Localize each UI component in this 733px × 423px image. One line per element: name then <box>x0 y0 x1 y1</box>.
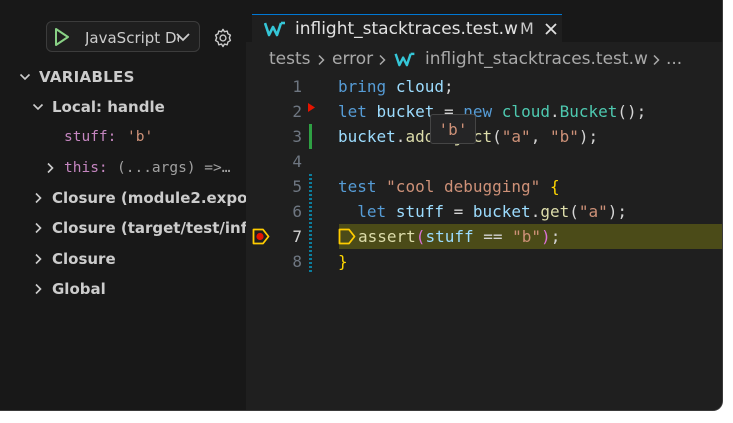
debug-toolbar: JavaScript Debug <box>0 0 246 54</box>
code-editor[interactable]: 1 bring cloud; 2 let bucket = new cloud.… <box>246 74 722 274</box>
scope-global[interactable]: Global <box>0 276 246 302</box>
scope-label: Closure <box>52 250 116 268</box>
debug-sidebar: JavaScript Debug VARIABLES Local: handle <box>0 0 246 410</box>
chevron-right-icon[interactable] <box>32 192 44 204</box>
line-number: 1 <box>292 77 302 96</box>
scope-closure[interactable]: Closure (target/test/inflight_stacktrace… <box>0 215 246 241</box>
line-number: 3 <box>292 127 302 146</box>
code-content: } <box>338 252 348 271</box>
tab-bar: inflight_stacktraces.test.w M <box>246 0 722 45</box>
tab-title: inflight_stacktraces.test.w <box>295 19 518 39</box>
code-line[interactable]: 8 } <box>246 249 722 274</box>
chevron-right-icon <box>318 54 325 66</box>
start-debugging-icon[interactable] <box>54 28 70 46</box>
chevron-right-icon[interactable] <box>32 222 44 234</box>
debug-config-select[interactable]: JavaScript Debug <box>46 21 200 52</box>
modified-line-marker-icon <box>308 103 315 112</box>
code-line[interactable]: 2 let bucket = new cloud.Bucket(); <box>246 99 722 124</box>
wing-file-icon <box>394 52 415 67</box>
variables-section-header[interactable]: VARIABLES <box>39 66 135 88</box>
chevron-right-icon <box>653 54 660 66</box>
breadcrumb-item-symbol[interactable]: ... <box>666 44 682 74</box>
breadcrumb-item-file[interactable]: inflight_stacktraces.test.w <box>425 44 648 74</box>
breakpoint-icon[interactable] <box>252 228 270 245</box>
line-number: 4 <box>292 152 302 171</box>
variable-value: 'b' <box>127 129 154 145</box>
line-number: 7 <box>292 227 302 246</box>
code-line-current[interactable]: 7 assert(stuff == "b"); <box>246 224 722 249</box>
modified-indicator: M <box>520 19 534 38</box>
code-line[interactable]: 3 bucket.addObject("a", "b"); <box>246 124 722 149</box>
scope-label: Closure (module2.exports.handle) <box>52 189 246 207</box>
scope-label: Closure (target/test/inflight_stacktrace… <box>52 219 246 237</box>
code-content: bring cloud; <box>338 77 454 96</box>
code-content: assert(stuff == "b"); <box>358 227 561 246</box>
scope-closure[interactable]: Closure <box>0 246 246 272</box>
gear-icon[interactable] <box>212 27 234 49</box>
code-content: let stuff = bucket.get("a"); <box>357 202 628 221</box>
variable-row[interactable]: stuff: 'b' <box>0 124 246 150</box>
chevron-down-icon[interactable] <box>32 101 44 113</box>
debug-config-label: JavaScript Debug <box>85 29 179 47</box>
code-line[interactable]: 4 <box>246 149 722 174</box>
variable-hover-tooltip: 'b' <box>430 114 476 144</box>
chevron-right-icon[interactable] <box>32 283 44 295</box>
variable-name: stuff: <box>64 129 117 145</box>
code-content: test "cool debugging" { <box>338 177 560 196</box>
code-line[interactable]: 6 let stuff = bucket.get("a"); <box>246 199 722 224</box>
chevron-down-icon[interactable] <box>175 31 191 43</box>
variable-name: this: <box>64 160 108 176</box>
chevron-right-icon[interactable] <box>44 162 56 174</box>
breadcrumb-item-tests[interactable]: tests <box>269 44 311 74</box>
code-content: let bucket = new cloud.Bucket(); <box>338 102 647 121</box>
breadcrumb: tests error inflight_stacktraces.test.w … <box>246 44 722 74</box>
line-number: 2 <box>292 102 302 121</box>
scope-closure[interactable]: Closure (module2.exports.handle) <box>0 185 246 211</box>
scope-label: Local: handle <box>52 98 165 116</box>
line-number: 6 <box>292 202 302 221</box>
code-line[interactable]: 5 test "cool debugging" { <box>246 174 722 274</box>
breadcrumb-item-error[interactable]: error <box>332 44 373 74</box>
scope-local[interactable]: Local: handle <box>0 94 246 120</box>
close-icon[interactable] <box>544 22 558 36</box>
editor-area: inflight_stacktraces.test.w M tests erro… <box>246 0 722 410</box>
wing-file-icon <box>264 21 285 37</box>
code-line[interactable]: 1 bring cloud; <box>246 74 722 99</box>
chevron-down-icon[interactable] <box>19 71 31 83</box>
chevron-right-icon <box>379 54 386 66</box>
scope-label: Global <box>52 280 106 298</box>
vscode-window: JavaScript Debug VARIABLES Local: handle <box>0 0 723 411</box>
line-number: 8 <box>292 252 302 271</box>
variable-value: (...args) =>… <box>117 160 231 176</box>
tab-inflight-stacktraces[interactable]: inflight_stacktraces.test.w M <box>252 14 562 45</box>
modified-gutter-bar <box>309 124 312 149</box>
variable-row[interactable]: this: (...args) =>… <box>0 155 246 181</box>
chevron-right-icon[interactable] <box>32 253 44 265</box>
current-frame-icon <box>338 228 356 245</box>
line-number: 5 <box>292 177 302 196</box>
